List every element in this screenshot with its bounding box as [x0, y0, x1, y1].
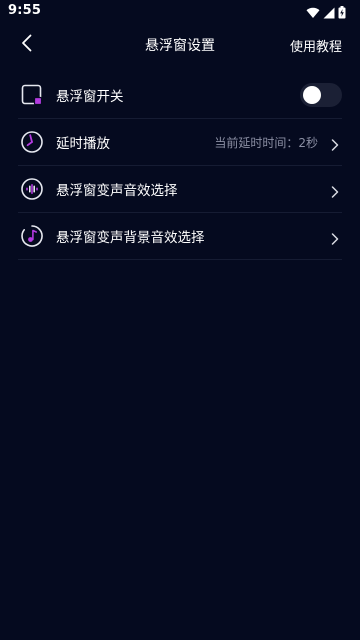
status-time: 9:55	[8, 3, 42, 18]
sound-wave-icon	[20, 177, 44, 201]
setting-row-delay-playback[interactable]: 延时播放 当前延时时间：2秒	[18, 119, 342, 166]
tutorial-link[interactable]: 使用教程	[290, 36, 342, 55]
clock-icon	[20, 130, 44, 154]
setting-row-background-effect[interactable]: 悬浮窗变声背景音效选择	[18, 213, 342, 260]
status-icons	[306, 4, 346, 23]
floating-window-icon	[20, 83, 44, 107]
chevron-right-icon	[330, 230, 340, 245]
header: 悬浮窗设置 使用教程	[0, 24, 360, 66]
floating-window-settings-screen: 9:55 悬浮窗设置 使用教程 悬浮窗开关 延时播放 当前延时时间：2秒 悬浮窗…	[0, 0, 360, 640]
floating-window-toggle[interactable]	[300, 83, 342, 107]
setting-label-floating-window-switch: 悬浮窗开关	[56, 89, 124, 105]
music-note-icon	[20, 224, 44, 248]
chevron-right-icon	[330, 136, 340, 151]
setting-row-voice-effect[interactable]: 悬浮窗变声音效选择	[18, 166, 342, 213]
status-bar: 9:55	[0, 0, 360, 24]
cellular-signal-icon	[323, 4, 335, 23]
setting-row-floating-window-switch: 悬浮窗开关	[18, 72, 342, 119]
setting-label-voice-effect: 悬浮窗变声音效选择	[56, 183, 178, 199]
delay-time-value: 当前延时时间：2秒	[214, 135, 318, 150]
setting-label-delay-playback: 延时播放	[56, 136, 110, 152]
battery-charging-icon	[338, 4, 346, 23]
toggle-knob	[303, 86, 321, 104]
setting-label-background-effect: 悬浮窗变声背景音效选择	[56, 230, 205, 246]
chevron-right-icon	[330, 183, 340, 198]
wifi-icon	[306, 4, 320, 23]
settings-list: 悬浮窗开关 延时播放 当前延时时间：2秒 悬浮窗变声音效选择 悬浮窗变声背景音效…	[18, 72, 342, 260]
